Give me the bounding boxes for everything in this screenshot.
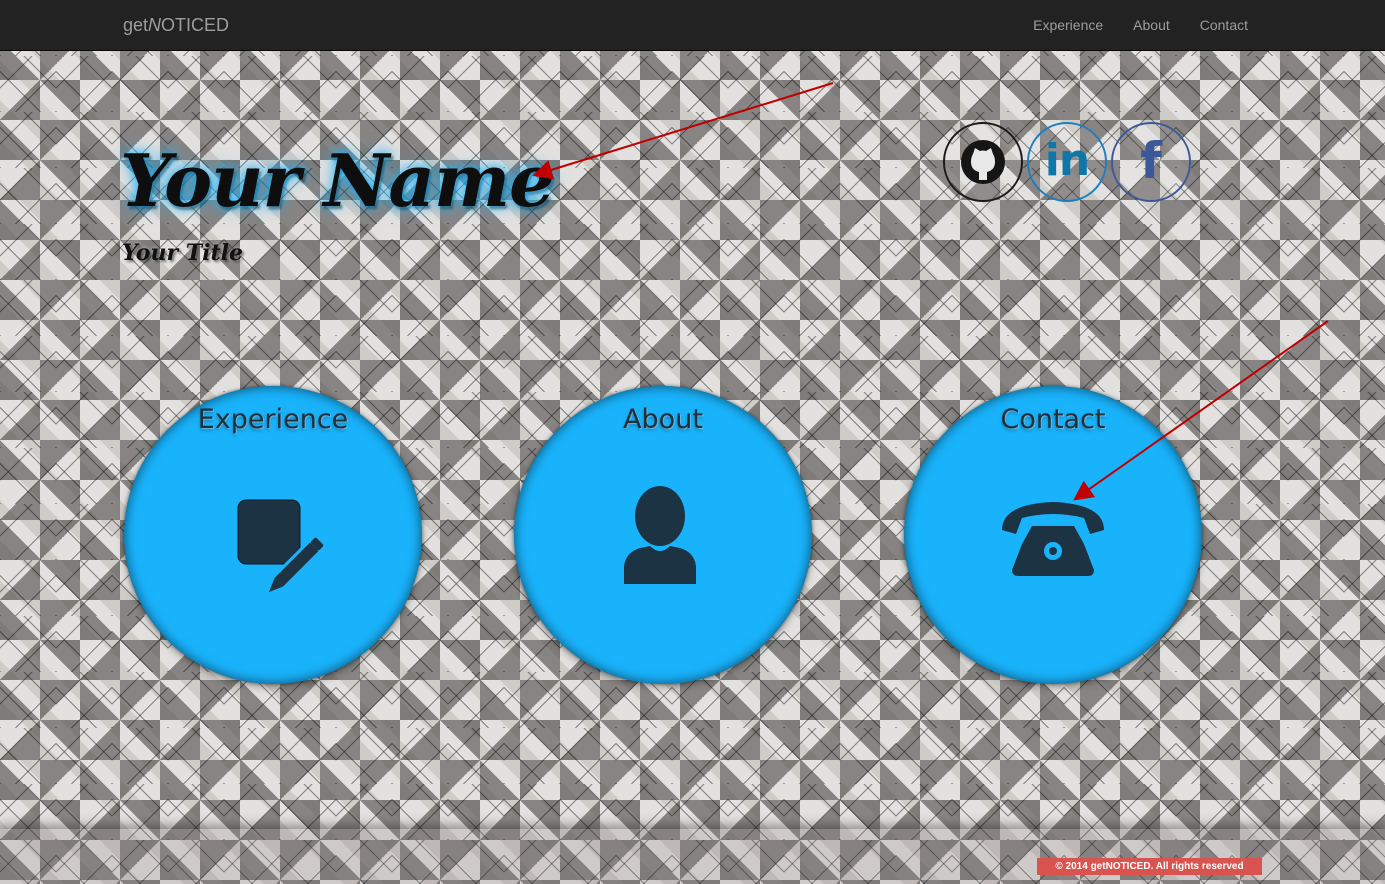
contact-circle-button[interactable]: Contact [904, 386, 1202, 684]
nav-link-about[interactable]: About [1133, 17, 1170, 33]
annotation-arrow-name [532, 82, 834, 180]
hero-title: Your Title [122, 240, 243, 266]
linkedin-link[interactable]: in [1027, 122, 1107, 202]
brand-emphasis: N [148, 15, 162, 35]
facebook-link[interactable]: f [1111, 122, 1191, 202]
experience-circle-button[interactable]: Experience [124, 386, 422, 684]
edit-icon [237, 499, 324, 593]
hero-name: Your Name [120, 138, 555, 223]
phone-icon [1002, 502, 1104, 576]
footer [0, 829, 1385, 884]
brand-prefix: get [123, 15, 149, 35]
nav-link-experience[interactable]: Experience [1033, 17, 1103, 33]
nav-links: Experience About Contact [1033, 17, 1248, 33]
copyright-badge: © 2014 getNOTICED. All rights reserved [1037, 858, 1262, 875]
brand-suffix: OTICED [161, 15, 230, 35]
facebook-icon: f [1140, 132, 1162, 190]
nav-link-contact[interactable]: Contact [1200, 17, 1248, 33]
navbar: getNOTICED Experience About Contact [0, 0, 1385, 51]
linkedin-icon: in [1044, 134, 1090, 186]
user-icon [624, 486, 696, 584]
about-circle-button[interactable]: About [514, 386, 812, 684]
github-link[interactable] [943, 122, 1023, 202]
brand-logo[interactable]: getNOTICED [123, 15, 229, 36]
github-icon [961, 140, 1005, 184]
